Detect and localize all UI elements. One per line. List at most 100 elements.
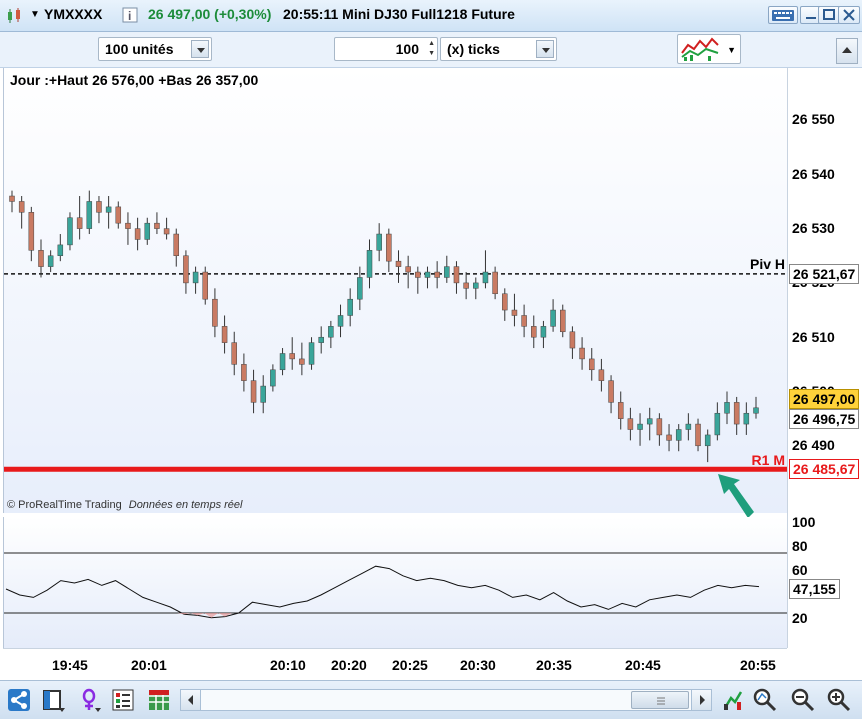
close-button[interactable] bbox=[838, 6, 860, 24]
price-axis[interactable]: 26 550 26 540 26 530 26 520 26 510 26 50… bbox=[787, 68, 862, 648]
candle[interactable] bbox=[173, 228, 180, 267]
candle[interactable] bbox=[617, 391, 624, 430]
candle[interactable] bbox=[386, 228, 392, 273]
candle[interactable] bbox=[675, 424, 682, 452]
candle[interactable] bbox=[724, 391, 730, 425]
candle[interactable] bbox=[733, 396, 740, 435]
candle[interactable] bbox=[366, 239, 373, 289]
oscillator-panel[interactable] bbox=[3, 517, 788, 648]
candle[interactable] bbox=[704, 429, 711, 463]
scroll-up-button[interactable] bbox=[836, 38, 858, 64]
chevron-down-icon[interactable] bbox=[536, 40, 554, 58]
candle[interactable] bbox=[405, 255, 411, 289]
candle[interactable] bbox=[502, 288, 508, 321]
indicators-button[interactable]: ▼ bbox=[677, 34, 741, 64]
symbol-name[interactable]: YMXXXX bbox=[44, 6, 102, 22]
candle[interactable] bbox=[163, 217, 170, 240]
candle[interactable] bbox=[540, 320, 547, 349]
ticks-value-input[interactable]: 100 ▲ ▼ bbox=[334, 37, 438, 61]
candle[interactable] bbox=[18, 196, 25, 229]
candle[interactable] bbox=[134, 217, 141, 251]
chart-type-icon[interactable] bbox=[6, 7, 24, 28]
candle[interactable] bbox=[743, 402, 750, 435]
ticks-unit-select[interactable]: (x) ticks bbox=[440, 37, 557, 61]
candle[interactable] bbox=[695, 418, 701, 452]
candle[interactable] bbox=[453, 261, 460, 294]
oscillator-chart[interactable] bbox=[4, 517, 788, 648]
candle[interactable] bbox=[308, 337, 315, 370]
keyboard-button[interactable] bbox=[768, 6, 798, 24]
candle[interactable] bbox=[96, 196, 102, 224]
candle[interactable] bbox=[714, 402, 721, 441]
zoom-out-icon[interactable] bbox=[790, 687, 816, 713]
chevron-down-icon[interactable]: ▼ bbox=[30, 9, 40, 20]
candle[interactable] bbox=[231, 331, 237, 376]
candle[interactable] bbox=[289, 337, 295, 370]
candle[interactable] bbox=[47, 250, 54, 273]
candle[interactable] bbox=[473, 277, 479, 300]
candle[interactable] bbox=[260, 375, 266, 414]
horizontal-scrollbar[interactable] bbox=[180, 689, 712, 711]
candle[interactable] bbox=[241, 353, 247, 392]
candle[interactable] bbox=[115, 201, 122, 229]
candle[interactable] bbox=[637, 413, 643, 446]
candle[interactable] bbox=[38, 239, 44, 278]
candle[interactable] bbox=[434, 261, 440, 289]
candle[interactable] bbox=[328, 320, 334, 349]
candle[interactable] bbox=[144, 217, 151, 245]
candle[interactable] bbox=[347, 288, 353, 327]
share-icon[interactable] bbox=[6, 687, 32, 713]
maximize-button[interactable] bbox=[818, 6, 840, 24]
candle[interactable] bbox=[67, 212, 73, 251]
chevron-down-icon[interactable] bbox=[191, 40, 209, 58]
candle[interactable] bbox=[57, 234, 64, 262]
candle[interactable] bbox=[656, 413, 663, 446]
candle[interactable] bbox=[579, 337, 585, 370]
candle[interactable] bbox=[105, 196, 112, 229]
candle[interactable] bbox=[550, 299, 556, 332]
candle[interactable] bbox=[337, 304, 344, 338]
candle[interactable] bbox=[192, 266, 199, 294]
candle[interactable] bbox=[76, 196, 83, 240]
osc-line[interactable] bbox=[5, 565, 760, 619]
quantity-select[interactable]: 100 unités bbox=[98, 37, 212, 61]
candle[interactable] bbox=[376, 223, 382, 262]
spreadsheet-icon[interactable] bbox=[146, 687, 172, 713]
candle[interactable] bbox=[598, 358, 605, 392]
candle[interactable] bbox=[482, 250, 489, 289]
candle[interactable] bbox=[521, 304, 527, 338]
candle[interactable] bbox=[627, 407, 634, 441]
candle[interactable] bbox=[685, 413, 692, 441]
candlestick-chart[interactable] bbox=[4, 68, 788, 513]
candle[interactable] bbox=[9, 190, 15, 213]
candle[interactable] bbox=[463, 272, 469, 300]
candle[interactable] bbox=[415, 266, 421, 294]
candle[interactable] bbox=[511, 293, 518, 327]
stepper-icon[interactable]: ▲ ▼ bbox=[428, 39, 435, 59]
candle[interactable] bbox=[492, 266, 498, 300]
candle[interactable] bbox=[646, 407, 653, 441]
candle[interactable] bbox=[424, 266, 431, 289]
candle[interactable] bbox=[86, 190, 93, 235]
chevron-down-icon[interactable]: ▼ bbox=[727, 45, 736, 55]
candle[interactable] bbox=[270, 364, 276, 392]
checklist-icon[interactable] bbox=[110, 687, 136, 713]
candle[interactable] bbox=[221, 315, 228, 354]
price-chart[interactable]: Jour :+Haut 26 576,00 +Bas 26 357,00 © P… bbox=[3, 68, 788, 518]
time-axis[interactable]: 19:45 20:01 20:10 20:20 20:25 20:30 20:3… bbox=[3, 648, 787, 678]
candle[interactable] bbox=[444, 255, 450, 283]
candle[interactable] bbox=[608, 375, 614, 414]
candle[interactable] bbox=[250, 369, 257, 414]
candle[interactable] bbox=[666, 424, 672, 452]
candle[interactable] bbox=[588, 348, 595, 381]
candle[interactable] bbox=[183, 250, 189, 294]
candle[interactable] bbox=[318, 326, 324, 354]
candle[interactable] bbox=[212, 288, 218, 338]
drawing-tools-icon[interactable] bbox=[76, 687, 102, 713]
candle[interactable] bbox=[279, 348, 286, 376]
candle[interactable] bbox=[560, 304, 566, 338]
candle[interactable] bbox=[569, 326, 576, 359]
candle[interactable] bbox=[28, 206, 35, 262]
layout-icon[interactable] bbox=[40, 687, 66, 713]
info-icon[interactable]: i bbox=[122, 7, 138, 26]
